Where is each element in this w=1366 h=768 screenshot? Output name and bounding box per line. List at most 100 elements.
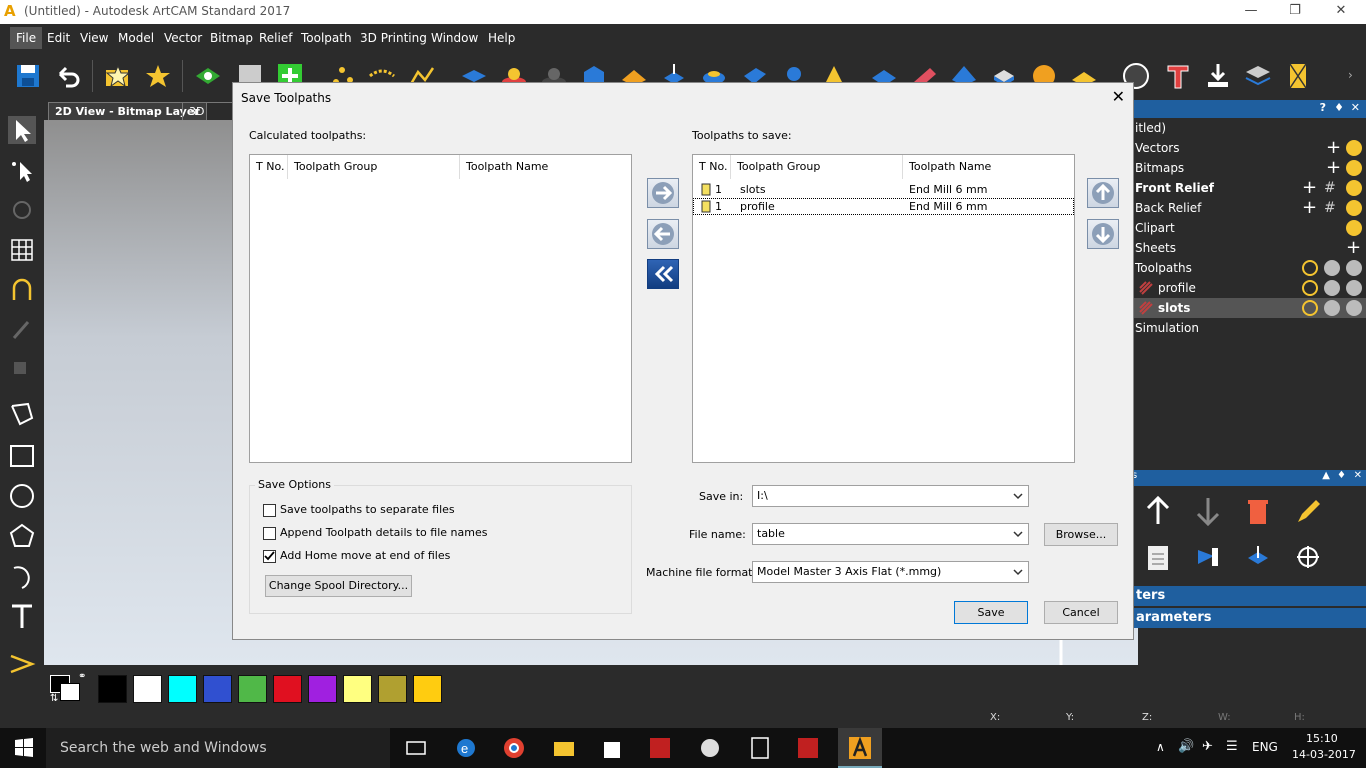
transform-icon[interactable] [8,196,36,224]
circle-icon[interactable] [8,482,36,510]
visibility-bulb-icon[interactable] [1346,160,1362,176]
visibility-outline-icon[interactable] [1302,260,1318,276]
menu-relief[interactable]: Relief [253,27,298,49]
layers-stack-icon[interactable] [1244,62,1272,90]
file-name-field[interactable]: table [752,523,1029,545]
close-window-button[interactable]: ✕ [1318,0,1364,24]
node-edit-icon[interactable] [8,156,36,184]
edit-pencil-icon[interactable] [1294,496,1322,526]
select-arrow-icon[interactable] [8,116,36,144]
search-box[interactable]: Search the web and Windows [46,728,390,768]
tree-item-front-relief[interactable]: Front Relief [1135,178,1214,198]
toolpath-block-icon[interactable] [1244,542,1272,572]
arc-icon[interactable] [8,562,36,590]
panel-bar-toolpath-parameters[interactable]: ters [1130,586,1366,606]
mesh-grid-icon[interactable] [8,236,36,264]
add-vector-icon[interactable]: + [1326,138,1341,158]
delete-bin-icon[interactable] [1244,496,1272,526]
dialog-close-button[interactable]: ✕ [1112,87,1125,106]
layer-green-icon[interactable] [194,62,222,90]
back-relief-grid-icon[interactable]: # [1324,200,1336,216]
polyline-draw-icon[interactable] [8,400,36,428]
visibility-grey-icon[interactable] [1346,300,1362,316]
app-helmet-icon[interactable] [698,736,722,760]
col-toolpath-name[interactable]: Toolpath Name [460,155,631,179]
visibility-grey-icon[interactable] [1324,260,1340,276]
tree-item-vectors[interactable]: Vectors [1135,138,1180,158]
link-colors-icon[interactable]: ⚭ [78,671,86,682]
browse-button[interactable]: Browse... [1044,523,1118,546]
visibility-grey-icon[interactable] [1324,280,1340,296]
visibility-grey-icon[interactable] [1324,300,1340,316]
text-tool-icon[interactable] [8,602,36,630]
tree-item-profile[interactable]: profile [1158,278,1196,298]
chrome-icon[interactable] [502,736,526,760]
color-swatch[interactable] [203,675,232,703]
add-back-relief-icon[interactable]: + [1302,198,1317,218]
move-down-icon[interactable] [1194,496,1222,526]
calculated-toolpaths-list[interactable]: T No. Toolpath Group Toolpath Name [249,154,632,463]
color-swatch[interactable] [238,675,267,703]
solidworks-icon[interactable] [648,736,672,760]
save-icon[interactable] [14,62,42,90]
toolbar-overflow-icon[interactable]: › [1348,68,1353,82]
add-toolpath-button[interactable] [647,178,679,208]
solidworks-2-icon[interactable] [796,736,820,760]
maximize-button[interactable]: ❐ [1272,0,1318,24]
home-move-checkbox[interactable] [263,550,276,563]
notifications-icon[interactable]: ☰ [1226,739,1238,754]
language-indicator[interactable]: ENG [1252,740,1278,754]
tree-root[interactable]: itled) [1135,118,1166,138]
download-icon[interactable] [1204,62,1232,90]
volume-icon[interactable]: 🔊 [1178,739,1194,754]
add-sheet-icon[interactable]: + [1346,238,1361,258]
close-panel-icon[interactable]: ✕ [1351,101,1360,114]
cancel-button[interactable]: Cancel [1044,601,1118,624]
store-icon[interactable] [600,736,624,760]
col-tno[interactable]: T No. [250,155,288,179]
menu-window[interactable]: Window [425,27,484,49]
add-relief-icon[interactable]: + [1302,178,1317,198]
machine-format-dropdown[interactable]: Model Master 3 Axis Flat (*.mmg) [752,561,1029,583]
relief-grid-icon[interactable]: # [1324,180,1336,196]
undo-icon[interactable] [54,62,82,90]
move-up-icon[interactable] [1144,496,1172,526]
add-bitmap-icon[interactable]: + [1326,158,1341,178]
file-explorer-icon[interactable] [552,736,576,760]
menu-edit[interactable]: Edit [41,27,76,49]
vector-yellow-icon[interactable] [8,650,36,678]
minimize-button[interactable]: — [1228,0,1274,24]
pattern-icon[interactable] [1284,62,1312,90]
tree-item-slots[interactable]: slots [1158,298,1190,318]
color-swatch[interactable] [308,675,337,703]
panel-bar-parameters[interactable]: arameters [1130,608,1366,628]
clock-time[interactable]: 15:10 [1306,732,1338,745]
edge-browser-icon[interactable]: e [454,736,478,760]
simulate-icon[interactable] [1194,542,1222,572]
visibility-bulb-icon[interactable] [1346,200,1362,216]
table-row[interactable]: 1 slots End Mill 6 mm [693,181,1074,198]
save-in-dropdown[interactable]: I:\ [752,485,1029,507]
remove-toolpath-button[interactable] [647,219,679,249]
col-toolpath-group[interactable]: Toolpath Group [288,155,460,179]
menu-bitmap[interactable]: Bitmap [204,27,259,49]
close-panel-icon[interactable]: ✕ [1354,470,1362,481]
menu-toolpath[interactable]: Toolpath [295,27,358,49]
pin-icon[interactable]: ♦ [1337,470,1346,481]
move-down-button[interactable] [1087,219,1119,249]
visibility-bulb-icon[interactable] [1346,180,1362,196]
clock-date[interactable]: 14-03-2017 [1292,748,1356,761]
tree-item-clipart[interactable]: Clipart [1135,218,1175,238]
col-tno[interactable]: T No. [693,155,731,179]
change-spool-directory-button[interactable]: Change Spool Directory... [265,575,412,597]
col-toolpath-group[interactable]: Toolpath Group [731,155,903,179]
polygon-icon[interactable] [8,522,36,550]
visibility-outline-icon[interactable] [1302,300,1318,316]
append-details-checkbox[interactable] [263,527,276,540]
brush-icon[interactable] [8,316,36,344]
visibility-bulb-icon[interactable] [1346,220,1362,236]
taskbar-artcam-active[interactable] [838,728,882,768]
tray-up-icon[interactable]: ∧ [1156,740,1165,754]
tree-item-sheets[interactable]: Sheets [1135,238,1176,258]
tree-item-back-relief[interactable]: Back Relief [1135,198,1201,218]
